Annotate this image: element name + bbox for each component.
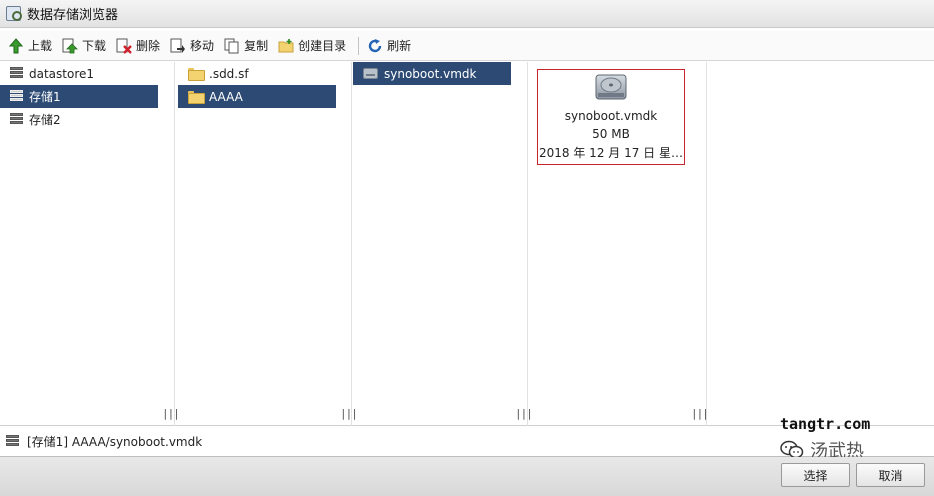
file-column: synoboot.vmdk ||| [353,62,533,426]
folder-label: AAAA [209,89,243,104]
upload-arrow-icon [8,37,24,54]
window-title: 数据存储浏览器 [27,8,119,23]
refresh-label: 刷新 [387,39,412,53]
detail-file-date: 2018 年 12 月 17 日 星… [539,146,683,160]
datastore-item-storage1[interactable]: 存储1 [0,85,158,108]
window-titlebar: 数据存储浏览器 [0,0,934,28]
folder-item-sdd-sf[interactable]: .sdd.sf [178,62,336,85]
folder-icon [188,68,205,81]
create-folder-button[interactable]: 创建目录 [278,35,346,57]
file-label: synoboot.vmdk [384,66,477,81]
cancel-button[interactable]: 取消 [856,463,925,487]
download-icon [62,38,78,54]
column-resize-handle[interactable]: ||| [162,407,180,420]
folder-label: .sdd.sf [209,66,249,81]
file-detail-card[interactable]: synoboot.vmdk 50 MB 2018 年 12 月 17 日 星… [537,69,685,165]
delete-icon [116,38,132,54]
column-divider [706,62,707,426]
move-button[interactable]: 移动 [170,35,214,57]
column-divider [174,62,175,426]
watermark-site: tangtr.com [780,415,871,433]
datastore-label: 存储1 [29,90,61,104]
download-label: 下载 [82,39,107,53]
datastore-icon [6,435,19,448]
refresh-icon [367,38,383,54]
toolbar: 上载 下载 删除 移动 复制 创建目录 刷新 [0,31,934,61]
select-button[interactable]: 选择 [781,463,850,487]
datastore-column: datastore1 存储1 存储2 ||| [0,62,180,426]
toolbar-divider [358,36,360,55]
download-button[interactable]: 下载 [62,35,106,57]
dialog-footer: 选择 取消 [0,457,934,496]
current-path: [存储1] AAAA/synoboot.vmdk [27,435,203,449]
datastore-label: 存储2 [29,113,61,127]
folder-column: .sdd.sf AAAA ||| [178,62,358,426]
detail-file-name: synoboot.vmdk [564,109,658,123]
detail-file-size: 50 MB [592,127,630,141]
upload-button[interactable]: 上载 [8,35,52,57]
move-icon [170,38,186,54]
folder-icon [188,91,205,104]
upload-label: 上载 [28,39,53,53]
move-label: 移动 [190,39,215,53]
folder-item-aaaa[interactable]: AAAA [178,85,336,108]
datastore-label: datastore1 [29,66,95,81]
datastore-item-storage2[interactable]: 存储2 [0,108,158,131]
disk-file-icon [363,68,378,79]
datastore-browser-icon [6,6,22,21]
datastore-item-datastore1[interactable]: datastore1 [0,62,158,85]
file-item-synoboot-vmdk[interactable]: synoboot.vmdk [353,62,511,85]
datastore-browser-panel: datastore1 存储1 存储2 ||| .sdd.sf AAAA ||| … [0,62,934,426]
refresh-button[interactable]: 刷新 [367,35,411,57]
copy-icon [224,38,240,54]
new-folder-icon [278,38,294,54]
column-divider [527,62,528,426]
datastore-icon [10,67,23,80]
hard-disk-icon [595,74,627,100]
column-divider [351,62,352,426]
datastore-icon [10,90,23,103]
copy-button[interactable]: 复制 [224,35,268,57]
datastore-icon [10,113,23,126]
create-folder-label: 创建目录 [298,39,347,53]
delete-label: 删除 [136,39,161,53]
delete-button[interactable]: 删除 [116,35,160,57]
copy-label: 复制 [244,39,269,53]
